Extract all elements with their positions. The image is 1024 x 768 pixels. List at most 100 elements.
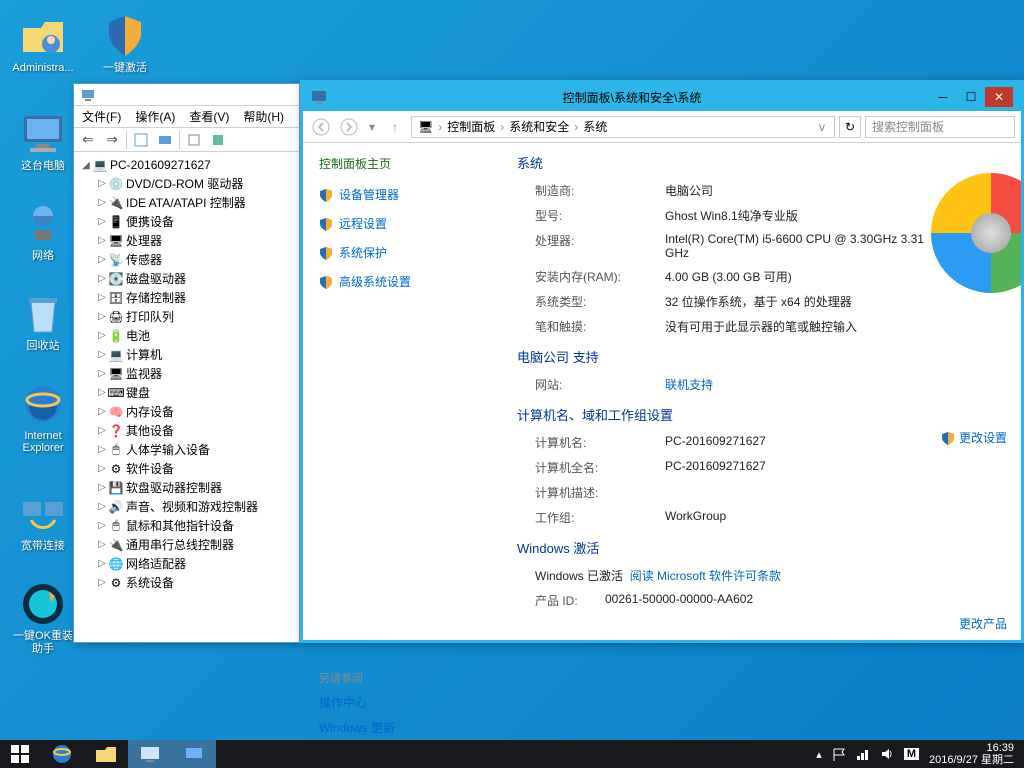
tray-volume-icon[interactable] (880, 747, 894, 761)
toolbar-icon[interactable] (155, 130, 175, 150)
tray-clock[interactable]: 16:39 2016/9/27 星期二 (929, 742, 1014, 766)
website-link[interactable]: 联机支持 (665, 376, 1007, 393)
toolbar-icon[interactable] (131, 130, 151, 150)
desktop-icon-broadband[interactable]: 宽带连接 (8, 490, 78, 553)
sidebar-protect-link[interactable]: 系统保护 (319, 244, 487, 261)
windows-update-link[interactable]: Windows 更新 (319, 719, 487, 736)
crumb-security[interactable]: 系统和安全 (509, 118, 569, 135)
tree-node[interactable]: ▷🌐网络适配器 (96, 554, 297, 573)
start-button[interactable] (0, 740, 40, 768)
tree-node[interactable]: ▷🖨打印队列 (96, 307, 297, 326)
cpl-titlebar[interactable]: 控制面板\系统和安全\系统 ─ ☐ ✕ (303, 83, 1021, 111)
expand-icon[interactable]: ▷ (96, 311, 108, 322)
menu-view[interactable]: 查看(V) (185, 106, 233, 127)
search-input[interactable]: 搜索控制面板 (865, 116, 1015, 138)
crumb-system[interactable]: 系统 (583, 118, 607, 135)
expand-icon[interactable]: ▷ (96, 520, 108, 531)
desktop-icon-recycle[interactable]: 回收站 (8, 290, 78, 353)
chevron-down-icon[interactable]: v (816, 120, 828, 134)
expand-icon[interactable]: ▷ (96, 482, 108, 493)
sidebar-home-link[interactable]: 控制面板主页 (319, 155, 487, 172)
desktop-icon-ie[interactable]: Internet Explorer (8, 380, 78, 454)
forward-icon[interactable]: ⇒ (102, 130, 122, 150)
expand-icon[interactable]: ▷ (96, 254, 108, 265)
expand-icon[interactable]: ▷ (96, 216, 108, 227)
tree-node[interactable]: ▷🖥处理器 (96, 231, 297, 250)
tree-node[interactable]: ▷💾软盘驱动器控制器 (96, 478, 297, 497)
tree-node[interactable]: ▷⚙软件设备 (96, 459, 297, 478)
back-icon[interactable]: ⇐ (78, 130, 98, 150)
menu-action[interactable]: 操作(A) (131, 106, 179, 127)
action-center-link[interactable]: 操作中心 (319, 694, 487, 711)
desktop-icon-activate[interactable]: 一键激活 (90, 12, 160, 75)
tree-node[interactable]: ▷⚙系统设备 (96, 573, 297, 592)
taskbar-ie[interactable] (40, 740, 84, 768)
nav-history-button[interactable]: ▾ (365, 115, 379, 139)
expand-icon[interactable]: ▷ (96, 273, 108, 284)
tree-node[interactable]: ▷⌨键盘 (96, 383, 297, 402)
desktop-icon-network[interactable]: 网络 (8, 200, 78, 263)
tray-expand-icon[interactable]: ▴ (816, 748, 822, 761)
expand-icon[interactable]: ▷ (96, 368, 108, 379)
breadcrumb[interactable]: 🖥 › 控制面板 › 系统和安全 › 系统 v (411, 116, 835, 138)
tray-ime-indicator[interactable]: M (904, 748, 919, 760)
tree-node[interactable]: ▷💽磁盘驱动器 (96, 269, 297, 288)
toolbar-icon[interactable] (208, 130, 228, 150)
menu-help[interactable]: 帮助(H) (239, 106, 288, 127)
tree-node[interactable]: ▷💿DVD/CD-ROM 驱动器 (96, 174, 297, 193)
tree-root-node[interactable]: ◢ 💻 PC-201609271627 (80, 156, 297, 174)
tree-node[interactable]: ▷📡传感器 (96, 250, 297, 269)
nav-back-button[interactable] (309, 115, 333, 139)
menu-file[interactable]: 文件(F) (78, 106, 125, 127)
expand-icon[interactable]: ▷ (96, 292, 108, 303)
tree-node[interactable]: ▷🔌IDE ATA/ATAPI 控制器 (96, 193, 297, 212)
collapse-icon[interactable]: ◢ (80, 160, 92, 171)
refresh-button[interactable]: ↻ (839, 116, 861, 138)
tree-node[interactable]: ▷🔌通用串行总线控制器 (96, 535, 297, 554)
tree-node[interactable]: ▷🖱鼠标和其他指针设备 (96, 516, 297, 535)
tree-node[interactable]: ▷❓其他设备 (96, 421, 297, 440)
expand-icon[interactable]: ▷ (96, 463, 108, 474)
tree-node[interactable]: ▷💻计算机 (96, 345, 297, 364)
devmgr-titlebar[interactable] (74, 84, 299, 106)
taskbar-explorer[interactable] (84, 740, 128, 768)
expand-icon[interactable]: ▷ (96, 539, 108, 550)
change-settings-link[interactable]: 更改设置 (941, 429, 1007, 446)
expand-icon[interactable]: ▷ (96, 197, 108, 208)
license-terms-link[interactable]: 阅读 Microsoft 软件许可条款 (630, 569, 781, 583)
expand-icon[interactable]: ▷ (96, 501, 108, 512)
expand-icon[interactable]: ▷ (96, 349, 108, 360)
tree-node[interactable]: ▷🖱人体学输入设备 (96, 440, 297, 459)
tray-flag-icon[interactable] (832, 747, 846, 761)
tree-node[interactable]: ▷🔋电池 (96, 326, 297, 345)
tree-node[interactable]: ▷🖥监视器 (96, 364, 297, 383)
sidebar-devmgr-link[interactable]: 设备管理器 (319, 186, 487, 203)
tree-node[interactable]: ▷🔊声音、视频和游戏控制器 (96, 497, 297, 516)
taskbar-controlpanel[interactable] (172, 740, 216, 768)
minimize-button[interactable]: ─ (929, 87, 957, 107)
desktop-icon-computer[interactable]: 这台电脑 (8, 110, 78, 173)
expand-icon[interactable]: ▷ (96, 235, 108, 246)
expand-icon[interactable]: ▷ (96, 558, 108, 569)
expand-icon[interactable]: ▷ (96, 387, 108, 398)
expand-icon[interactable]: ▷ (96, 406, 108, 417)
expand-icon[interactable]: ▷ (96, 444, 108, 455)
tree-node[interactable]: ▷🗄存储控制器 (96, 288, 297, 307)
tray-network-icon[interactable] (856, 747, 870, 761)
tree-node[interactable]: ▷📱便携设备 (96, 212, 297, 231)
expand-icon[interactable]: ▷ (96, 425, 108, 436)
close-button[interactable]: ✕ (985, 87, 1013, 107)
sidebar-remote-link[interactable]: 远程设置 (319, 215, 487, 232)
desktop-icon-reinstall[interactable]: 一键OK重装助手 (8, 580, 78, 656)
maximize-button[interactable]: ☐ (957, 87, 985, 107)
device-tree[interactable]: ◢ 💻 PC-201609271627 ▷💿DVD/CD-ROM 驱动器▷🔌ID… (74, 152, 299, 642)
nav-up-button[interactable]: ↑ (383, 115, 407, 139)
toolbar-icon[interactable] (184, 130, 204, 150)
expand-icon[interactable]: ▷ (96, 178, 108, 189)
taskbar-devmgr[interactable] (128, 740, 172, 768)
desktop-icon-admin[interactable]: Administra... (8, 12, 78, 75)
expand-icon[interactable]: ▷ (96, 330, 108, 341)
nav-forward-button[interactable] (337, 115, 361, 139)
crumb-home[interactable]: 控制面板 (447, 118, 495, 135)
sidebar-advanced-link[interactable]: 高级系统设置 (319, 273, 487, 290)
